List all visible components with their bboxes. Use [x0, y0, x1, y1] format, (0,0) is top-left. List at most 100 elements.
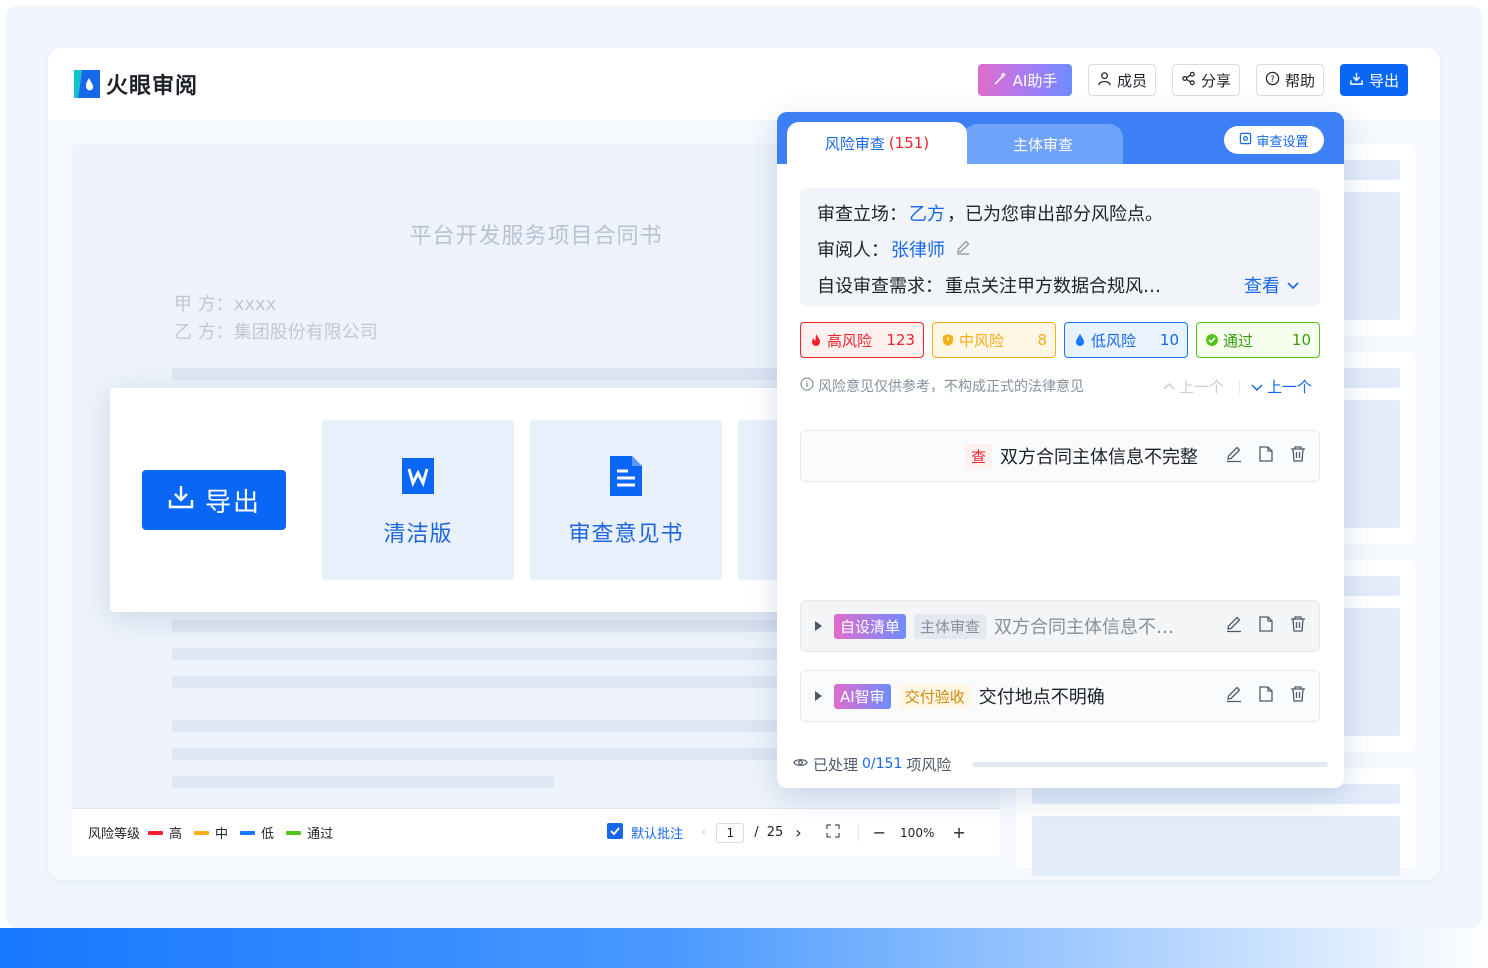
legend-swatch	[194, 830, 210, 835]
default-annotation-toggle[interactable]: 默认批注	[607, 822, 683, 843]
risk-tag: 查	[965, 443, 993, 469]
trash-icon[interactable]	[1289, 445, 1307, 468]
review-settings-button[interactable]: 审查设置	[1224, 126, 1324, 154]
custom-label: 自设审查需求：	[817, 276, 943, 297]
document-toolbar: 风险等级 高 中 低 通过 默认批注 ‹ 1 / 25 › − 100% +	[72, 808, 1000, 856]
next-risk-button[interactable]: 上一个	[1251, 376, 1312, 397]
settings-doc-icon	[1239, 132, 1252, 149]
legend-high: 高	[148, 823, 182, 842]
zoom-level: 100%	[900, 825, 935, 840]
risk-item[interactable]: 自设清单 主体审查 双方合同主体信息不…	[800, 600, 1320, 652]
legend-medium: 中	[194, 823, 228, 842]
page-input[interactable]: 1	[716, 822, 745, 843]
stance-label: 审查立场：	[817, 204, 907, 225]
legend-label: 中	[215, 827, 229, 842]
view-label: 查看	[1244, 276, 1280, 297]
prev-risk-button[interactable]: 上一个	[1163, 376, 1224, 397]
legend-label: 低	[261, 827, 275, 842]
legend-swatch	[286, 830, 302, 835]
expand-caret-icon[interactable]	[815, 691, 822, 701]
app-name: 火眼审阅	[106, 74, 199, 99]
ai-assistant-label: AI助手	[1012, 71, 1058, 90]
risk-count: 123	[886, 331, 915, 349]
tab-count: (151)	[888, 134, 930, 152]
risk-category-tag: 主体审查	[914, 613, 987, 639]
processed-label: 已处理	[813, 755, 859, 774]
copy-doc-icon[interactable]	[1257, 445, 1275, 468]
risk-label: 高风险	[827, 331, 873, 350]
drop-icon	[1076, 334, 1084, 346]
risk-source-tag: AI智审	[834, 683, 891, 709]
party-b: 乙 方：集团股份有限公司	[174, 322, 378, 343]
review-tabs: 主体审查 风险审查 (151) 审查设置	[777, 112, 1344, 164]
info-icon	[800, 377, 814, 395]
export-option-label: 清洁版	[383, 522, 453, 547]
edit-icon[interactable]	[955, 239, 971, 260]
zoom-in-icon[interactable]: +	[952, 823, 965, 842]
risk-item[interactable]: AI智审 交付验收 交付地点不明确	[800, 670, 1320, 722]
chevron-right-icon[interactable]: ›	[795, 823, 801, 842]
edit-icon[interactable]	[1225, 445, 1243, 468]
magic-wand-icon	[993, 71, 1008, 90]
top-header: 火眼审阅 AI助手 成员 分享 ? 帮助 导出	[48, 48, 1440, 120]
risk-filter-low[interactable]: 低风险 10	[1064, 322, 1188, 358]
divider	[1239, 380, 1240, 394]
export-option-clean[interactable]: 清洁版	[322, 420, 514, 580]
risk-category-tag: 交付验收	[898, 683, 971, 709]
zoom-out-icon[interactable]: −	[873, 823, 886, 842]
expand-caret-icon[interactable]	[815, 621, 822, 631]
tab-risk-review[interactable]: 风险审查 (151)	[787, 122, 967, 164]
trash-icon[interactable]	[1289, 615, 1307, 638]
risk-item[interactable]: 查 双方合同主体信息不完整	[800, 430, 1320, 482]
risk-label: 中风险	[959, 331, 1005, 350]
export-action-button[interactable]: 导出	[142, 470, 286, 530]
disclaimer-text: 风险意见仅供参考，不构成正式的法律意见	[818, 379, 1084, 395]
reviewer-label: 审阅人：	[817, 240, 889, 261]
divider	[857, 824, 859, 841]
tab-label: 主体审查	[1012, 135, 1073, 154]
trash-icon[interactable]	[1289, 685, 1307, 708]
legend-low: 低	[240, 823, 274, 842]
shield-icon	[943, 334, 953, 346]
edit-icon[interactable]	[1225, 685, 1243, 708]
review-panel: 主体审查 风险审查 (151) 审查设置 审查立场： 乙方 ，已为您审出部分风险…	[777, 112, 1344, 788]
chevron-left-icon[interactable]: ‹	[701, 825, 706, 840]
risk-filter-pass[interactable]: 通过 10	[1196, 322, 1320, 358]
legend-swatch	[148, 830, 164, 835]
ai-assistant-button[interactable]: AI助手	[978, 64, 1072, 96]
export-option-label: 审查意见书	[568, 522, 684, 547]
export-action-label: 导出	[204, 487, 261, 518]
prev-label: 上一个	[1179, 378, 1225, 396]
reviewer-value: 张律师	[891, 240, 945, 261]
svg-text:?: ?	[1270, 73, 1274, 83]
chevron-down-icon	[1286, 275, 1300, 296]
logo-icon	[72, 68, 102, 100]
checkbox-checked-icon[interactable]	[607, 822, 624, 843]
decorative-band	[0, 928, 1488, 968]
risk-count: 8	[1037, 331, 1047, 349]
stance-row: 审查立场： 乙方 ，已为您审出部分风险点。	[817, 200, 1163, 226]
fullscreen-icon[interactable]	[825, 823, 840, 842]
reviewer-row: 审阅人： 张律师	[817, 236, 971, 262]
share-label: 分享	[1200, 71, 1231, 90]
custom-requirement-row: 自设审查需求： 重点关注甲方数据合规风…	[817, 272, 1161, 298]
risk-filter-high[interactable]: 高风险 123	[800, 322, 924, 358]
share-button[interactable]: 分享	[1172, 64, 1240, 96]
risk-count: 10	[1291, 331, 1311, 349]
copy-doc-icon[interactable]	[1257, 685, 1275, 708]
edit-icon[interactable]	[1225, 615, 1243, 638]
risk-filter-medium[interactable]: 中风险 8	[932, 322, 1056, 358]
help-button[interactable]: ? 帮助	[1256, 64, 1324, 96]
view-toggle[interactable]: 查看	[1244, 272, 1300, 298]
fire-icon	[812, 334, 820, 346]
settings-label: 审查设置	[1256, 134, 1309, 150]
document-icon	[606, 454, 646, 498]
risk-count: 10	[1159, 331, 1179, 349]
tab-subject-review[interactable]: 主体审查	[963, 124, 1123, 164]
export-option-opinion[interactable]: 审查意见书	[530, 420, 722, 580]
risk-title: 双方合同主体信息不完整	[1000, 447, 1199, 468]
export-label: 导出	[1368, 71, 1399, 90]
members-button[interactable]: 成员	[1088, 64, 1156, 96]
copy-doc-icon[interactable]	[1257, 615, 1275, 638]
export-button[interactable]: 导出	[1340, 64, 1408, 96]
